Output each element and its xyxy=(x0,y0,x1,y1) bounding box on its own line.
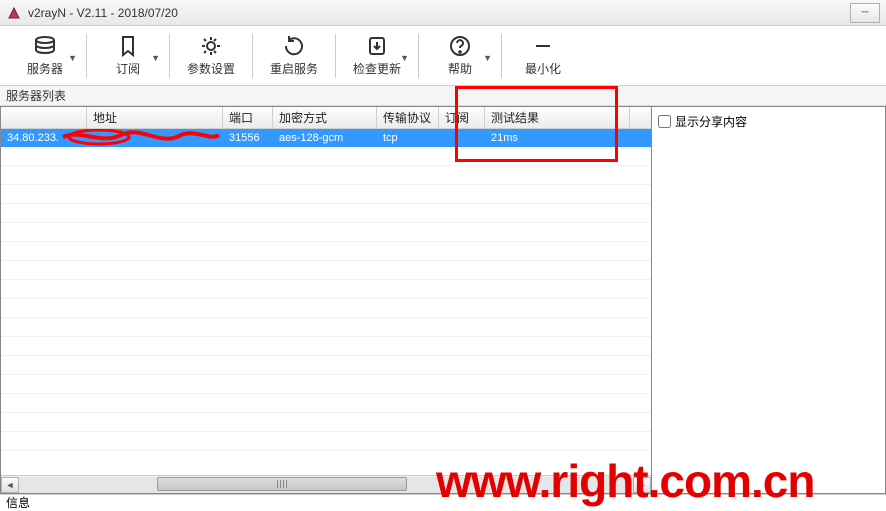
cell-test-result: 21ms xyxy=(485,129,630,147)
show-share-checkbox[interactable]: 显示分享内容 xyxy=(658,113,879,130)
download-icon xyxy=(363,34,391,58)
column-subscribe[interactable]: 订阅 xyxy=(439,107,485,128)
table-row-empty xyxy=(1,356,651,375)
main-toolbar: 服务器 ▼ 订阅 ▼ 参数设置 重启服务 检查更新 ▼ 帮助 ▼ 最小化 xyxy=(0,26,886,86)
table-header: 地址 端口 加密方式 传输协议 订阅 测试结果 xyxy=(1,107,651,129)
check-update-label: 检查更新 xyxy=(353,60,401,77)
gear-icon xyxy=(197,34,225,58)
toolbar-separator xyxy=(252,34,253,78)
subscribe-label: 订阅 xyxy=(116,60,140,77)
table-row-empty xyxy=(1,147,651,166)
check-update-button[interactable]: 检查更新 ▼ xyxy=(340,28,414,84)
bookmark-icon xyxy=(114,34,142,58)
minimize-button[interactable]: 最小化 xyxy=(506,28,580,84)
show-share-checkbox-input[interactable] xyxy=(658,115,671,128)
servers-button[interactable]: 服务器 ▼ xyxy=(8,28,82,84)
table-row-empty xyxy=(1,394,651,413)
servers-label: 服务器 xyxy=(27,60,63,77)
table-row-empty xyxy=(1,185,651,204)
info-label: 信息 xyxy=(6,494,30,511)
show-share-label: 显示分享内容 xyxy=(675,113,747,130)
settings-label: 参数设置 xyxy=(187,60,235,77)
cell-address xyxy=(87,129,223,147)
help-label: 帮助 xyxy=(448,60,472,77)
restart-button[interactable]: 重启服务 xyxy=(257,28,331,84)
table-row[interactable]: 34.80.233. 31556 aes-128-gcm tcp 21ms xyxy=(1,129,651,147)
toolbar-separator xyxy=(86,34,87,78)
minimize-icon xyxy=(529,34,557,58)
table-row-empty xyxy=(1,166,651,185)
restart-label: 重启服务 xyxy=(270,60,318,77)
help-button[interactable]: 帮助 ▼ xyxy=(423,28,497,84)
column-port[interactable]: 端口 xyxy=(223,107,273,128)
cell-port: 31556 xyxy=(223,129,273,147)
table-row-empty xyxy=(1,413,651,432)
table-row-empty xyxy=(1,280,651,299)
help-icon xyxy=(446,34,474,58)
table-row-empty xyxy=(1,242,651,261)
toolbar-separator xyxy=(418,34,419,78)
table-row-empty xyxy=(1,261,651,280)
chevron-down-icon: ▼ xyxy=(68,53,77,63)
settings-button[interactable]: 参数设置 xyxy=(174,28,248,84)
table-body: 34.80.233. 31556 aes-128-gcm tcp 21ms xyxy=(1,129,651,475)
column-address[interactable]: 地址 xyxy=(87,107,223,128)
column-encryption[interactable]: 加密方式 xyxy=(273,107,377,128)
toolbar-separator xyxy=(169,34,170,78)
chevron-down-icon: ▼ xyxy=(483,53,492,63)
table-row-empty xyxy=(1,299,651,318)
watermark-text: www.right.com.cn xyxy=(436,454,814,508)
table-row-empty xyxy=(1,318,651,337)
table-row-empty xyxy=(1,375,651,394)
chevron-down-icon: ▼ xyxy=(151,53,160,63)
cell-encryption: aes-128-gcm xyxy=(273,129,377,147)
cell-subscribe xyxy=(439,129,485,147)
chevron-down-icon: ▼ xyxy=(400,53,409,63)
toolbar-separator xyxy=(335,34,336,78)
app-icon xyxy=(6,5,22,21)
server-list-label: 服务器列表 xyxy=(0,86,886,106)
column-blank[interactable] xyxy=(1,107,87,128)
server-table: 地址 端口 加密方式 传输协议 订阅 测试结果 34.80.233. 31556… xyxy=(0,106,652,494)
table-row-empty xyxy=(1,204,651,223)
cell-protocol: tcp xyxy=(377,129,439,147)
window-title: v2rayN - V2.11 - 2018/07/20 xyxy=(28,6,178,20)
window-titlebar: v2rayN - V2.11 - 2018/07/20 ─ xyxy=(0,0,886,26)
column-test-result[interactable]: 测试结果 xyxy=(485,107,630,128)
table-row-empty xyxy=(1,223,651,242)
toolbar-separator xyxy=(501,34,502,78)
side-panel: 显示分享内容 xyxy=(652,106,886,494)
window-minimize-button[interactable]: ─ xyxy=(850,3,880,23)
servers-icon xyxy=(31,34,59,58)
restart-icon xyxy=(280,34,308,58)
scroll-left-button[interactable]: ◄ xyxy=(1,477,19,493)
minimize-label: 最小化 xyxy=(525,60,561,77)
cell-ip-prefix: 34.80.233. xyxy=(1,129,87,147)
scroll-thumb[interactable] xyxy=(157,477,407,491)
table-row-empty xyxy=(1,337,651,356)
subscribe-button[interactable]: 订阅 ▼ xyxy=(91,28,165,84)
column-protocol[interactable]: 传输协议 xyxy=(377,107,439,128)
table-row-empty xyxy=(1,432,651,451)
